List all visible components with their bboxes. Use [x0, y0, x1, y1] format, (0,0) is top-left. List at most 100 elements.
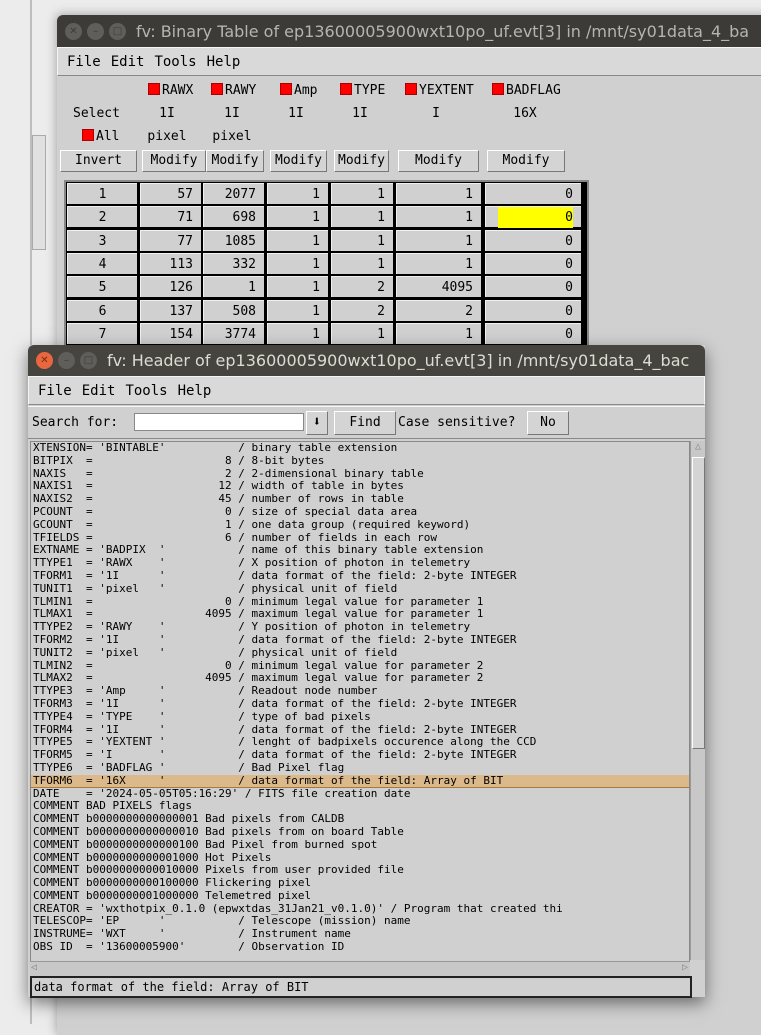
header-line[interactable]: COMMENT b0000000000000010 Bad pixels fro…: [31, 825, 689, 839]
header-line[interactable]: TUNIT2 = 'pixel ' / physical unit of fie…: [31, 646, 689, 660]
table-cell[interactable]: 1: [267, 322, 328, 344]
menu-help[interactable]: Help: [207, 54, 241, 70]
vertical-scrollbar[interactable]: △: [690, 441, 705, 960]
find-button[interactable]: Find: [334, 411, 396, 435]
header-line[interactable]: TFORM2 = '1I ' / data format of the fiel…: [31, 633, 689, 647]
table-window-titlebar[interactable]: ✕ – □ fv: Binary Table of ep13600005900w…: [57, 15, 761, 47]
menu-tools[interactable]: Tools: [125, 383, 167, 399]
table-cell[interactable]: 2077: [203, 183, 264, 204]
table-cell[interactable]: 1: [396, 206, 481, 228]
table-cell[interactable]: 2: [331, 299, 393, 321]
table-cell[interactable]: 1: [331, 183, 393, 204]
table-cell[interactable]: 1: [267, 206, 328, 228]
table-cell[interactable]: 0: [485, 276, 581, 298]
table-cell[interactable]: 126: [140, 276, 201, 298]
table-cell[interactable]: 0: [485, 206, 581, 229]
select-all-checkbox[interactable]: All: [82, 129, 119, 144]
modify-column-button[interactable]: Modify: [487, 150, 565, 172]
header-line[interactable]: BITPIX = 8 / 8-bit bytes: [31, 454, 689, 468]
menu-file[interactable]: File: [67, 54, 101, 70]
table-cell[interactable]: 508: [203, 299, 264, 321]
column-select-checkbox[interactable]: RAWY: [211, 83, 256, 98]
table-cell[interactable]: 1: [331, 322, 393, 344]
modify-column-button[interactable]: Modify: [334, 150, 389, 172]
table-cell[interactable]: 1: [267, 229, 328, 251]
header-window-titlebar[interactable]: ✕ – □ fv: Header of ep13600005900wxt10po…: [28, 345, 705, 376]
row-number[interactable]: 7: [67, 322, 137, 344]
table-cell[interactable]: 0: [485, 229, 581, 251]
modify-column-button[interactable]: Modify: [142, 150, 206, 172]
horizontal-scrollbar[interactable]: ◁ ▷: [30, 961, 690, 976]
header-line-highlighted[interactable]: TFORM6 = '16X ' / data format of the fie…: [31, 774, 689, 788]
table-cell[interactable]: 1: [396, 322, 481, 344]
minimize-icon[interactable]: –: [87, 22, 104, 40]
table-cell[interactable]: 0: [485, 322, 581, 344]
column-select-checkbox[interactable]: YEXTENT: [405, 83, 474, 98]
header-line[interactable]: TFORM5 = 'I ' / data format of the field…: [31, 748, 689, 762]
vertical-scroll-thumb[interactable]: [692, 457, 705, 749]
header-line[interactable]: GCOUNT = 1 / one data group (required ke…: [31, 518, 689, 532]
column-select-checkbox[interactable]: Amp: [280, 83, 317, 98]
scroll-right-arrow-icon[interactable]: ▷: [682, 962, 688, 973]
header-line[interactable]: COMMENT b0000000001000000 Telemetred pix…: [31, 889, 689, 903]
row-number[interactable]: 5: [67, 276, 137, 298]
table-cell[interactable]: 77: [140, 229, 201, 251]
table-cell[interactable]: 0: [485, 252, 581, 274]
column-select-checkbox[interactable]: RAWX: [148, 83, 193, 98]
modify-column-button[interactable]: Modify: [398, 150, 479, 172]
header-line[interactable]: TTYPE4 = 'TYPE ' / type of bad pixels: [31, 710, 689, 724]
close-icon[interactable]: ✕: [36, 352, 53, 369]
case-sensitive-toggle[interactable]: No: [527, 411, 569, 435]
table-cell[interactable]: 3774: [203, 322, 264, 344]
column-select-checkbox[interactable]: TYPE: [340, 83, 385, 98]
table-cell[interactable]: 0: [485, 299, 581, 321]
maximize-icon[interactable]: □: [109, 22, 126, 40]
row-number[interactable]: 1: [67, 183, 137, 204]
row-number[interactable]: 6: [67, 299, 137, 321]
close-icon[interactable]: ✕: [65, 22, 82, 40]
table-cell[interactable]: 1085: [203, 229, 264, 251]
row-number[interactable]: 2: [67, 206, 137, 228]
table-cell[interactable]: 332: [203, 252, 264, 274]
menu-help[interactable]: Help: [178, 383, 212, 399]
menu-tools[interactable]: Tools: [154, 54, 196, 70]
table-cell[interactable]: 1: [331, 252, 393, 274]
table-cell[interactable]: 1: [331, 206, 393, 228]
header-line[interactable]: TFORM3 = '1I ' / data format of the fiel…: [31, 697, 689, 711]
minimize-icon[interactable]: –: [58, 352, 75, 369]
header-line[interactable]: PCOUNT = 0 / size of special data area: [31, 505, 689, 519]
table-cell[interactable]: 154: [140, 322, 201, 344]
table-cell[interactable]: 1: [396, 252, 481, 274]
scroll-left-arrow-icon[interactable]: ◁: [31, 962, 37, 973]
table-cell[interactable]: 1: [331, 229, 393, 251]
table-cell[interactable]: 1: [396, 229, 481, 251]
search-input[interactable]: [134, 413, 304, 431]
menu-edit[interactable]: Edit: [82, 383, 116, 399]
status-field[interactable]: data format of the field: Array of BIT: [30, 976, 692, 998]
background-scrollbar-thumb[interactable]: [32, 135, 46, 250]
header-line[interactable]: COMMENT b0000000000000100 Bad Pixel from…: [31, 838, 689, 852]
table-cell[interactable]: 698: [203, 206, 264, 228]
table-cell[interactable]: 1: [267, 299, 328, 321]
modify-column-button[interactable]: Modify: [206, 150, 264, 172]
header-line[interactable]: TTYPE6 = 'BADFLAG ' / Bad Pixel flag: [31, 761, 689, 775]
menu-edit[interactable]: Edit: [111, 54, 145, 70]
header-line[interactable]: COMMENT b0000000000100000 Flickering pix…: [31, 876, 689, 890]
table-cell[interactable]: 1: [267, 252, 328, 274]
table-cell[interactable]: 1: [267, 276, 328, 298]
header-line[interactable]: TUNIT1 = 'pixel ' / physical unit of fie…: [31, 582, 689, 596]
column-select-checkbox[interactable]: BADFLAG: [492, 83, 561, 98]
table-cell[interactable]: 1: [267, 183, 328, 204]
table-cell[interactable]: 71: [140, 206, 201, 228]
table-cell[interactable]: 2: [396, 299, 481, 321]
search-history-arrow-icon[interactable]: ⬇: [306, 411, 328, 435]
table-cell[interactable]: 2: [331, 276, 393, 298]
row-number[interactable]: 4: [67, 252, 137, 274]
table-cell[interactable]: 4095: [396, 276, 481, 298]
table-cell[interactable]: 1: [203, 276, 264, 298]
header-line[interactable]: XTENSION= 'BINTABLE' / binary table exte…: [31, 442, 689, 455]
modify-column-button[interactable]: Modify: [270, 150, 327, 172]
row-number[interactable]: 3: [67, 229, 137, 251]
table-cell[interactable]: 1: [396, 183, 481, 204]
table-cell[interactable]: 57: [140, 183, 201, 204]
